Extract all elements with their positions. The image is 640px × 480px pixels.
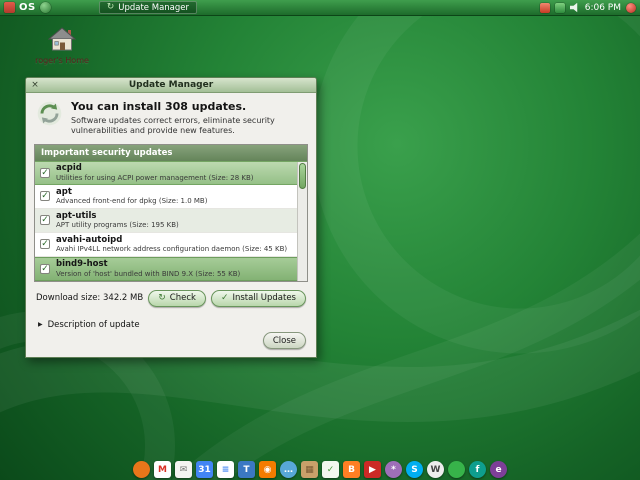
window-titlebar[interactable]: × Update Manager	[26, 78, 316, 93]
update-icon	[37, 101, 62, 126]
window-header: You can install 308 updates. Software up…	[26, 93, 316, 142]
update-row-bind9-host[interactable]: ✓ bind9-host Version of 'host' bundled w…	[35, 256, 307, 281]
app-launcher-icon[interactable]	[39, 2, 51, 13]
volume-icon[interactable]	[569, 2, 578, 13]
clock[interactable]: 6:06 PM	[585, 3, 621, 13]
package-name: apt	[56, 186, 72, 197]
network-icon[interactable]	[554, 2, 565, 13]
package-name: bind9-host	[56, 259, 108, 270]
update-checkbox[interactable]: ✓	[40, 191, 50, 202]
package-name: apt-utils	[56, 210, 97, 221]
chat-icon[interactable]: …	[280, 461, 297, 478]
updates-list: Important security updates ✓ acpid Utili…	[34, 143, 308, 282]
teal-app-icon[interactable]: f	[469, 461, 486, 478]
install-updates-button[interactable]: ✓ Install Updates	[210, 289, 306, 307]
package-icon[interactable]: ▦	[301, 461, 318, 478]
session-icon[interactable]	[626, 2, 636, 13]
top-panel: OS ↻ Update Manager 6:06 PM	[0, 0, 640, 16]
green-app-icon[interactable]	[448, 461, 465, 478]
update-row-apt-utils[interactable]: ✓ apt-utils APT utility programs (Size: …	[35, 208, 307, 233]
desktop-icon-label: roger's Home	[35, 56, 89, 65]
update-checkbox[interactable]: ✓	[40, 215, 50, 226]
check-button[interactable]: ↻ Check	[148, 289, 206, 307]
purple-app-icon[interactable]: e	[490, 461, 507, 478]
blogger-icon[interactable]: B	[343, 461, 360, 478]
home-icon	[47, 27, 77, 51]
update-manager-mini-icon: ↻	[106, 2, 115, 12]
skype-icon[interactable]: S	[406, 461, 423, 478]
notes-icon[interactable]: ✓	[322, 461, 339, 478]
download-size-label: Download size: 342.2 MB	[36, 293, 144, 304]
expander-arrow-icon: ▶	[38, 321, 43, 329]
docs-icon[interactable]: ≡	[217, 461, 234, 478]
desktop-icon-home[interactable]: roger's Home	[30, 27, 94, 65]
distro-logo-text[interactable]: OS	[19, 2, 36, 13]
window-title: Update Manager	[128, 80, 214, 90]
close-button[interactable]: Close	[262, 332, 306, 349]
package-name: acpid	[56, 163, 82, 174]
news-reader-icon[interactable]: ◉	[259, 461, 276, 478]
update-checkbox[interactable]: ✓	[40, 239, 50, 250]
package-desc: Avahi IPv4LL network address configurati…	[56, 245, 288, 254]
refresh-icon: ↻	[158, 292, 166, 303]
window-close-icon[interactable]: ×	[29, 79, 41, 91]
update-heading: You can install 308 updates.	[71, 100, 247, 113]
list-section-header: Important security updates	[35, 144, 307, 161]
install-icon: ✓	[220, 292, 229, 303]
update-subheading: Software updates correct errors, elimina…	[71, 116, 275, 136]
package-name: avahi-autoipd	[56, 234, 123, 245]
update-manager-window: × Update Manager You can install 308 upd…	[25, 77, 317, 358]
writer-icon[interactable]: T	[238, 461, 255, 478]
desktop: OS ↻ Update Manager 6:06 PM roger's Home	[0, 0, 640, 480]
package-desc: Advanced front-end for dpkg (Size: 1.0 M…	[56, 197, 208, 206]
scrollbar-thumb[interactable]	[299, 162, 306, 189]
taskbar-window-button[interactable]: ↻ Update Manager	[98, 1, 197, 14]
list-scrollbar[interactable]	[297, 161, 307, 281]
gmail-icon[interactable]: M	[154, 461, 171, 478]
update-checkbox[interactable]: ✓	[40, 167, 50, 178]
update-row-apt[interactable]: ✓ apt Advanced front-end for dpkg (Size:…	[35, 185, 307, 209]
expander-label: Description of update	[47, 319, 140, 330]
package-desc: APT utility programs (Size: 195 KB)	[56, 221, 179, 230]
update-checkbox[interactable]: ✓	[40, 263, 50, 274]
distro-logo-icon[interactable]	[4, 2, 15, 13]
picasa-icon[interactable]: *	[385, 461, 402, 478]
update-row-avahi-autoipd[interactable]: ✓ avahi-autoipd Avahi IPv4LL network add…	[35, 233, 307, 257]
wikipedia-icon[interactable]: W	[427, 461, 444, 478]
email-icon[interactable]: ✉	[175, 461, 192, 478]
system-tray: 6:06 PM	[539, 2, 636, 13]
package-desc: Utilities for using ACPI power managemen…	[56, 173, 254, 182]
dock: M ✉ 31 ≡ T ◉… ▦ ✓ B ▶ * S Wf e	[0, 456, 640, 478]
calendar-icon[interactable]: 31	[196, 461, 213, 478]
package-desc: Version of 'host' bundled with BIND 9.X …	[56, 269, 241, 278]
download-row: Download size: 342.2 MB ↻ Check ✓ Instal…	[36, 289, 306, 307]
youtube-icon[interactable]: ▶	[364, 461, 381, 478]
firefox-icon[interactable]	[133, 461, 150, 478]
update-notifier-icon[interactable]	[539, 2, 550, 13]
update-row-acpid[interactable]: ✓ acpid Utilities for using ACPI power m…	[35, 160, 307, 185]
description-expander[interactable]: ▶ Description of update	[38, 320, 316, 330]
taskbar-window-label: Update Manager	[118, 2, 189, 13]
panel-left: OS ↻ Update Manager	[4, 1, 197, 14]
